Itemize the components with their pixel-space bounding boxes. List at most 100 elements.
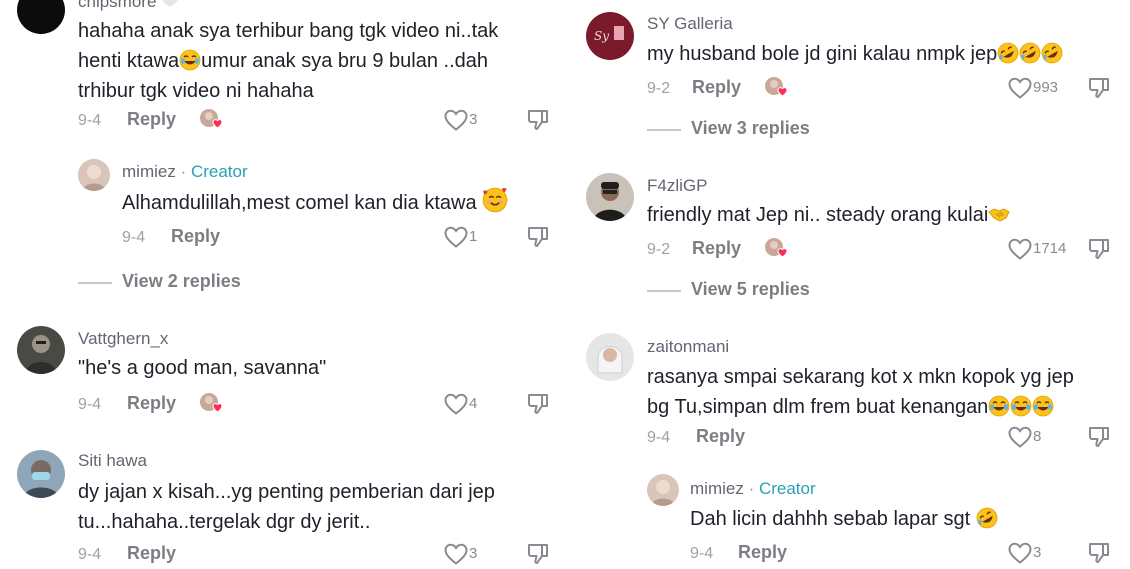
divider (78, 282, 112, 284)
comment-date: 9-2 (647, 80, 671, 97)
smiling-hearts-emoji (482, 187, 508, 213)
reply-button[interactable]: Reply (692, 77, 741, 98)
heart-outline-icon (1007, 541, 1033, 565)
creator-liked-avatar-icon (764, 76, 788, 100)
heart-outline-icon (443, 108, 469, 132)
comment-username[interactable]: mimiez · Creator (122, 162, 248, 182)
reply-button[interactable]: Reply (171, 226, 220, 247)
comment-username[interactable]: Vattghern_x (78, 329, 168, 349)
comment-username[interactable]: F4zliGP (647, 176, 707, 196)
comment-username[interactable]: zaitonmani (647, 337, 729, 357)
thumbs-down-icon[interactable] (1087, 541, 1111, 565)
creator-label: Creator (190, 162, 248, 181)
divider (647, 129, 681, 131)
avatar[interactable] (17, 0, 65, 34)
comment-actions: 9-4 Reply 1 (122, 226, 558, 252)
comment-text: friendly mat Jep ni.. steady orang kulai (647, 200, 1010, 230)
comment-username[interactable]: SY Galleria (647, 14, 733, 34)
reply-button[interactable]: Reply (127, 109, 176, 130)
comment-line-part: Dah licin dahhh sebab lapar sgt (690, 508, 976, 530)
separator-dot: · (175, 162, 191, 181)
comment-text: dy jajan x kisah...yg penting pemberian … (78, 477, 495, 537)
comment-item: Sy SY Galleria my husband bole jd gini k… (565, 0, 1130, 110)
comment-date: 9-4 (647, 429, 671, 446)
like-count: 1714 (1033, 240, 1067, 257)
reply-button[interactable]: Reply (127, 393, 176, 414)
thumbs-down-icon[interactable] (526, 392, 550, 416)
like-count: 3 (469, 545, 478, 562)
comment-line-part: umur anak sya bru 9 bulan ..dah (201, 50, 489, 72)
comment-username[interactable]: mimiez · Creator (690, 479, 816, 499)
comment-line: hahaha anak sya terhibur bang tgk video … (78, 20, 499, 42)
comment-text: Dah licin dahhh sebab lapar sgt (690, 504, 998, 534)
thumbs-down-icon[interactable] (1087, 76, 1111, 100)
avatar[interactable] (586, 333, 634, 381)
tears-of-joy-emoji (1032, 395, 1054, 417)
comment-date: 9-4 (122, 229, 146, 246)
comment-actions: 9-4 Reply 4 (78, 393, 558, 419)
view-replies-button[interactable]: View 2 replies (78, 270, 378, 294)
divider (647, 290, 681, 292)
reply-button[interactable]: Reply (692, 238, 741, 259)
comment-date: 9-4 (78, 546, 102, 563)
comment-username[interactable]: Siti hawa (78, 451, 147, 471)
view-replies-label: View 3 replies (691, 118, 810, 138)
comment-item: Siti hawa dy jajan x kisah...yg penting … (0, 440, 565, 566)
comment-text: Alhamdulillah,mest comel kan dia ktawa (122, 187, 508, 218)
reply-item: mimiez · Creator Alhamdulillah,mest come… (0, 155, 565, 255)
comment-line: henti ktawa umur anak sya bru 9 bulan ..d… (78, 46, 498, 76)
avatar[interactable] (17, 326, 65, 374)
creator-label: Creator (758, 479, 816, 498)
thumbs-down-icon[interactable] (526, 225, 550, 249)
tears-of-joy-emoji (988, 395, 1010, 417)
heart-outline-icon (1007, 237, 1033, 261)
comment-line: trhibur tgk video ni hahaha (78, 80, 314, 102)
reply-button[interactable]: Reply (738, 542, 787, 563)
comment-date: 9-4 (78, 396, 102, 413)
heart-outline-icon (443, 225, 469, 249)
heart-outline-icon (443, 392, 469, 416)
comment-item: Vattghern_x "he's a good man, savanna" 9… (0, 320, 565, 430)
comment-line: dy jajan x kisah...yg penting pemberian … (78, 481, 495, 503)
tears-of-joy-emoji (179, 49, 201, 71)
comment-text: my husband bole jd gini kalau nmpk jep (647, 39, 1063, 69)
comment-actions: 9-4 Reply 3 (690, 542, 1123, 568)
avatar[interactable] (647, 474, 679, 506)
thumbs-down-icon[interactable] (526, 108, 550, 132)
reply-button[interactable]: Reply (696, 426, 745, 447)
thumbs-down-icon[interactable] (526, 542, 550, 566)
comment-line: tu...hahaha..tergelak dgr dy jerit.. (78, 511, 371, 533)
comment-line: rasanya smpai sekarang kot x mkn kopok y… (647, 366, 1074, 388)
creator-liked-avatar-icon (199, 392, 223, 416)
like-count: 993 (1033, 79, 1059, 96)
reply-button[interactable]: Reply (127, 543, 176, 564)
like-count: 4 (469, 395, 478, 412)
avatar[interactable] (78, 159, 110, 191)
comment-username[interactable]: chipsmore (78, 0, 179, 12)
rolling-laughing-emoji (1041, 42, 1063, 64)
comment-line-part: my husband bole jd gini kalau nmpk jep (647, 43, 998, 65)
view-replies-button[interactable]: View 3 replies (647, 117, 947, 141)
comments-column-left: chipsmore hahaha anak sya terhibur bang … (0, 0, 565, 566)
comments-column-right: Sy SY Galleria my husband bole jd gini k… (565, 0, 1130, 566)
username-text: chipsmore (78, 0, 157, 11)
comment-line-part: henti ktawa (78, 50, 180, 72)
view-replies-button[interactable]: View 5 replies (647, 278, 947, 302)
avatar[interactable] (586, 173, 634, 221)
heart-outline-icon (1007, 76, 1033, 100)
creator-liked-avatar-icon (764, 237, 788, 261)
comment-line-part: bg Tu,simpan dlm frem buat kenangan (647, 396, 989, 418)
thumbs-down-icon[interactable] (1087, 237, 1111, 261)
heart-icon (161, 0, 179, 7)
heart-outline-icon (443, 542, 469, 566)
comment-actions: 9-4 Reply 3 (78, 109, 558, 135)
comment-line-part: Alhamdulillah,mest comel kan dia ktawa (122, 192, 483, 214)
avatar[interactable] (17, 450, 65, 498)
rolling-laughing-emoji (976, 507, 998, 529)
comment-line: bg Tu,simpan dlm frem buat kenangan (647, 392, 1074, 422)
thumbs-down-icon[interactable] (1087, 425, 1111, 449)
avatar[interactable]: Sy (586, 12, 634, 60)
tears-of-joy-emoji (1010, 395, 1032, 417)
handshake-emoji (988, 203, 1010, 225)
separator-dot: · (743, 479, 759, 498)
